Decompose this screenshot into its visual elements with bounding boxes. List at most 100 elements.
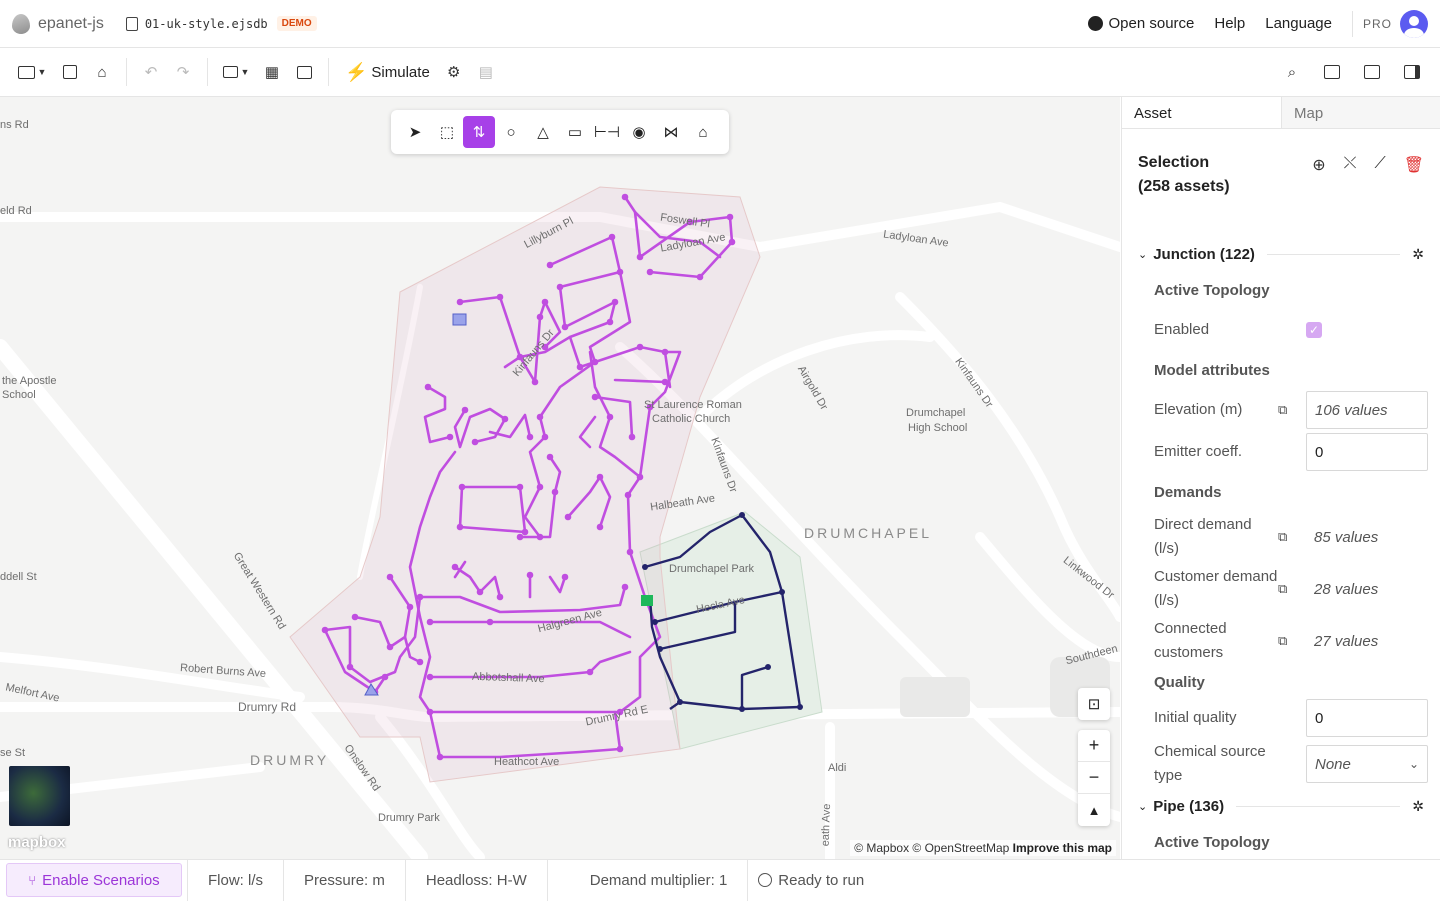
enabled-checkbox[interactable]: ✓ [1306,322,1322,338]
junction-tool-button[interactable]: ○ [495,116,527,148]
pump-tool-button[interactable]: ◉ [623,116,655,148]
table-icon: ▦ [264,64,280,81]
deactivate-icon[interactable]: ⤬ [1344,155,1357,237]
search-button[interactable]: ⌕ [1272,56,1312,88]
simulation-status: Ready to run [748,860,884,901]
toggle-right-panel-button[interactable] [1392,56,1432,88]
pipe-tool-button[interactable]: ⊢⊣ [591,116,623,148]
compass-button[interactable]: ▲ [1078,794,1110,826]
locate-control: ⊡ [1078,688,1110,720]
language-menu[interactable]: Language [1265,15,1332,32]
connected-customers-value[interactable]: 27 values [1306,622,1428,660]
report-button[interactable]: ▤ [470,56,502,88]
simulation-settings-button[interactable]: ⚙ [438,56,470,88]
multi-values-icon[interactable]: ⧉ [1278,633,1306,649]
map-label: High School [908,422,968,434]
help-link[interactable]: Help [1214,15,1245,32]
pipe-section-header[interactable]: ⌄ Pipe (136) ✲ [1122,789,1440,823]
map-label: se St [0,747,26,759]
toggle-left-panel-button[interactable] [1312,56,1352,88]
customer-tool-button[interactable]: ⌂ [687,116,719,148]
pipe-tool-icon: ⊢⊣ [593,124,621,141]
chemical-source-select[interactable]: None ⌄ [1306,745,1428,783]
bottom-panel-icon [1364,65,1380,79]
zoom-controls: + − ▲ [1078,730,1110,826]
chemical-source-row: Chemical source type None ⌄ [1122,739,1440,789]
chevron-down-icon: ▼ [37,67,47,77]
lasso-tool-button[interactable]: ⬚ [431,116,463,148]
zoom-out-button[interactable]: − [1078,762,1110,794]
map-view-button[interactable] [288,56,320,88]
select-type-icon[interactable]: ✲ [1412,246,1424,263]
headloss-formula[interactable]: Headloss: H-W [406,859,548,901]
locate-button[interactable]: ⊡ [1078,688,1110,720]
map-view-icon [296,65,312,79]
reservoir-tool-button[interactable]: △ [527,116,559,148]
initial-quality-field[interactable]: 0 [1306,699,1428,737]
selection-title: Selection (258 assets) [1138,154,1230,195]
open-source-link[interactable]: Open source [1088,15,1194,32]
save-as-button[interactable]: ⌂ [86,56,118,88]
quality-heading: Quality [1154,673,1205,691]
tab-map[interactable]: Map [1281,97,1440,128]
select-type-icon[interactable]: ✲ [1412,798,1424,815]
search-icon: ⌕ [1287,63,1297,81]
demand-multiplier[interactable]: Demand multiplier: 1 [548,859,749,901]
customer-demand-value[interactable]: 28 values [1306,570,1428,608]
delete-icon[interactable]: 🗑 [1404,155,1424,237]
flow-units[interactable]: Flow: l/s [188,859,285,901]
focus-icon: ⊡ [1087,696,1101,713]
table-button[interactable]: ▦ [256,56,288,88]
multi-values-icon[interactable]: ⧉ [1278,581,1306,597]
mapbox-logo[interactable]: mapbox [8,834,66,851]
basemap-switcher[interactable] [9,766,70,826]
pump-tool-icon: ◉ [632,124,646,141]
map-attribution: © Mapbox © OpenStreetMap Improve this ma… [850,840,1116,856]
chevron-down-icon: ⌄ [1138,248,1148,261]
selection-header: Selection (258 assets) ⊕ ⤬ ⟋ 🗑 [1122,129,1440,237]
tank-tool-button[interactable]: ▭ [559,116,591,148]
asset-panel: Asset Map Selection (258 assets) ⊕ ⤬ ⟋ 🗑… [1121,97,1440,859]
connect-tool-icon: ⇅ [472,124,486,141]
zoom-in-button[interactable]: + [1078,730,1110,762]
map-canvas[interactable]: ns Rd eld Rd Lillyburn Pl Ladyloan Ave t… [0,97,1120,859]
open-menu-button[interactable]: ▼ [14,56,50,88]
app-logo[interactable]: epanet-js [12,13,104,34]
tab-asset[interactable]: Asset [1122,97,1281,128]
pressure-units[interactable]: Pressure: m [284,859,406,901]
zoom-to-icon[interactable]: ⊕ [1312,155,1325,237]
multi-values-icon[interactable]: ⧉ [1278,402,1306,418]
map-label: Abbotshall Ave [471,670,545,686]
map-label: ns Rd [0,119,29,131]
multi-values-icon[interactable]: ⧉ [1278,529,1306,545]
divider [328,58,329,86]
compass-icon: ▲ [1087,802,1101,818]
undo-button[interactable]: ↶ [135,56,167,88]
customer-demand-row: Customer demand (l/s) ⧉ 28 values [1122,563,1440,615]
redo-button[interactable]: ↷ [167,56,199,88]
user-avatar[interactable] [1400,9,1428,38]
chart-icon[interactable]: ⟋ [1374,155,1385,237]
save-button[interactable] [54,56,86,88]
emitter-row: Emitter coeff. 0 [1122,431,1440,473]
map-label: eath Ave [819,803,834,847]
left-panel-icon [1324,65,1340,79]
toggle-bottom-panel-button[interactable] [1352,56,1392,88]
enable-scenarios-button[interactable]: ⑂ Enable Scenarios [6,863,182,897]
undo-icon: ↶ [144,64,158,81]
pro-badge[interactable]: PRO [1363,17,1392,31]
simulate-icon: ⚡ [345,61,368,82]
simulate-button[interactable]: ⚡ Simulate [337,62,438,83]
direct-demand-value[interactable]: 85 values [1306,518,1428,556]
improve-map-link[interactable]: Improve this map [1013,841,1112,855]
map-label: the Apostle [2,375,57,387]
valve-symbol [641,595,653,606]
import-menu-button[interactable]: ▼ [216,56,256,88]
select-tool-button[interactable]: ➤ [399,116,431,148]
emitter-field[interactable]: 0 [1306,433,1428,471]
elevation-field[interactable]: 106 values [1306,391,1428,429]
map-label: Catholic Church [652,413,731,425]
junction-section-header[interactable]: ⌄ Junction (122) ✲ [1122,237,1440,271]
valve-tool-button[interactable]: ⋈ [655,116,687,148]
connect-tool-button[interactable]: ⇅ [463,116,495,148]
